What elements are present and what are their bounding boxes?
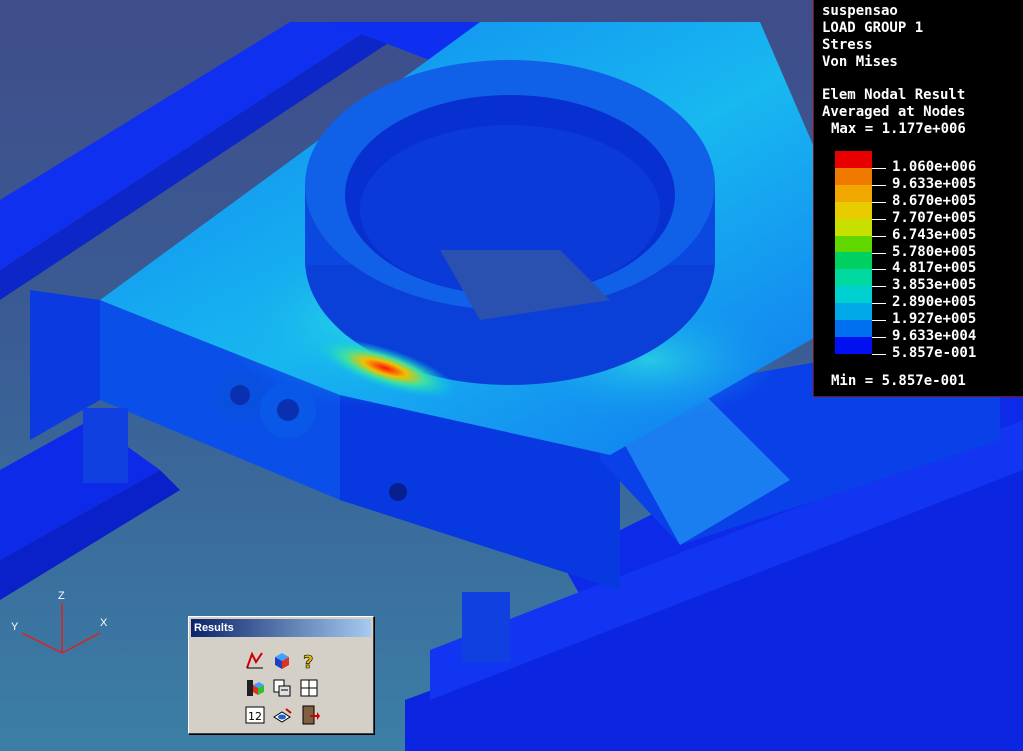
svg-text:?: ? — [303, 652, 313, 672]
legend-tick — [872, 253, 886, 254]
legend-color-swatch — [835, 185, 872, 202]
legend-tick — [872, 219, 886, 220]
results-toolbar[interactable]: Results ? 12 — [188, 616, 374, 734]
legend-tick — [872, 269, 886, 270]
legend-tick — [872, 185, 886, 186]
model-name: suspensao — [822, 3, 898, 19]
axis-z-label: Z — [58, 590, 65, 602]
stress-legend-panel: suspensao LOAD GROUP 1 Stress Von Mises … — [813, 0, 1023, 397]
legend-level-label: 3.853e+005 — [892, 277, 977, 293]
legend-level-label: 7.707e+005 — [892, 210, 977, 226]
legend-color-swatch — [835, 269, 872, 286]
results-toolbar-buttons: ? 12 — [241, 647, 321, 727]
deformed-shape-icon[interactable] — [243, 649, 267, 673]
legend-color-swatch — [835, 286, 872, 303]
axis-triad: Z Y X — [0, 585, 130, 665]
legend-level-label: 2.890e+005 — [892, 294, 977, 310]
numeric-values-icon[interactable]: 12 — [243, 703, 267, 727]
legend-level-label: 9.633e+004 — [892, 328, 977, 344]
legend-tick — [872, 202, 886, 203]
averaging-mode: Averaged at Nodes — [822, 104, 966, 120]
legend-color-swatch — [835, 337, 872, 354]
legend-tick — [872, 303, 886, 304]
result-component: Von Mises — [822, 54, 898, 70]
animation-icon[interactable] — [243, 676, 267, 700]
legend-tick — [872, 354, 886, 355]
legend-level-label: 4.817e+005 — [892, 260, 977, 276]
fringe-cube-icon[interactable] — [270, 649, 294, 673]
legend-tick — [872, 286, 886, 287]
legend-color-swatch — [835, 252, 872, 269]
min-value: Min = 5.857e-001 — [831, 373, 966, 389]
legend-level-label: 1.927e+005 — [892, 311, 977, 327]
load-group: LOAD GROUP 1 — [822, 20, 924, 36]
result-quantity: Stress — [822, 37, 873, 53]
legend-color-swatch — [835, 236, 872, 253]
legend-tick — [872, 320, 886, 321]
legend-color-swatch — [835, 202, 872, 219]
report-icon[interactable] — [270, 676, 294, 700]
legend-level-label: 5.857e-001 — [892, 345, 977, 361]
numeric-values-text: 12 — [248, 710, 262, 723]
legend-level-label: 1.060e+006 — [892, 159, 977, 175]
exit-door-icon[interactable] — [297, 703, 321, 727]
legend-level-label: 9.633e+005 — [892, 176, 977, 192]
legend-color-swatch — [835, 303, 872, 320]
max-value: Max = 1.177e+006 — [831, 121, 966, 137]
result-type: Elem Nodal Result — [822, 87, 966, 103]
axis-x-label: X — [100, 617, 108, 629]
legend-tick — [872, 236, 886, 237]
legend-level-label: 5.780e+005 — [892, 244, 977, 260]
legend-color-swatch — [835, 320, 872, 337]
axis-y-label: Y — [11, 621, 19, 633]
grid-table-icon[interactable] — [297, 676, 321, 700]
legend-level-label: 8.670e+005 — [892, 193, 977, 209]
results-toolbar-title[interactable]: Results — [191, 619, 371, 637]
axis-triad-lines — [21, 603, 101, 654]
cutting-plane-icon[interactable] — [270, 703, 294, 727]
legend-tick — [872, 337, 886, 338]
help-question-icon[interactable]: ? — [297, 649, 321, 673]
legend-color-swatch — [835, 151, 872, 168]
legend-color-swatch — [835, 219, 872, 236]
legend-tick — [872, 168, 886, 169]
legend-color-swatch — [835, 168, 872, 185]
legend-level-label: 6.743e+005 — [892, 227, 977, 243]
